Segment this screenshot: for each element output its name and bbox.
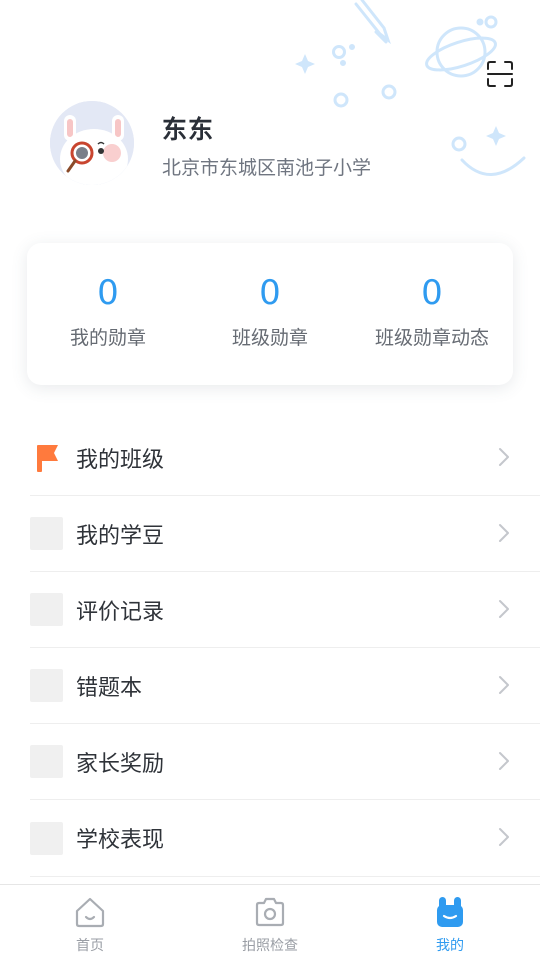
flag-icon <box>30 441 63 474</box>
nav-label: 拍照检查 <box>242 938 298 954</box>
chevron-right-icon <box>499 752 509 770</box>
stat-my-medals[interactable]: 0 我的勋章 <box>27 243 189 385</box>
menu-list: 我的班级 我的学豆 评价记录 错题本 家长奖励 学校表现 <box>30 420 540 876</box>
placeholder-icon <box>30 669 63 702</box>
nav-label: 我的 <box>436 938 464 954</box>
stat-label: 我的勋章 <box>69 327 146 349</box>
nav-item-mine[interactable]: 我的 <box>360 885 540 960</box>
menu-item-label: 我的学豆 <box>76 523 165 549</box>
school-name: 北京市东城区南池子小学 <box>162 157 372 179</box>
stat-value: 0 <box>421 273 443 313</box>
rabbit-icon <box>437 897 463 927</box>
list-divider <box>30 876 540 877</box>
camera-icon <box>255 897 285 927</box>
menu-item-my-class[interactable]: 我的班级 <box>30 420 540 496</box>
menu-item-mistake-book[interactable]: 错题本 <box>30 648 540 724</box>
menu-item-label: 我的班级 <box>76 447 165 473</box>
chevron-right-icon <box>499 524 509 542</box>
menu-item-label: 错题本 <box>76 675 143 701</box>
stat-label: 班级勋章动态 <box>374 327 489 349</box>
chevron-right-icon <box>499 448 509 466</box>
stat-label: 班级勋章 <box>231 327 308 349</box>
stat-class-medals[interactable]: 0 班级勋章 <box>189 243 351 385</box>
stat-value: 0 <box>97 273 119 313</box>
menu-item-school-performance[interactable]: 学校表现 <box>30 800 540 876</box>
menu-item-evaluation-records[interactable]: 评价记录 <box>30 572 540 648</box>
rabbit-avatar-illustration <box>50 101 134 185</box>
avatar[interactable] <box>50 101 134 185</box>
menu-item-label: 评价记录 <box>76 599 165 625</box>
chevron-right-icon <box>499 600 509 618</box>
profile-page: 东东 北京市东城区南池子小学 0 我的勋章 0 班级勋章 0 班级勋章动态 我的… <box>0 0 540 960</box>
user-name: 东东 <box>162 115 215 144</box>
chevron-right-icon <box>499 676 509 694</box>
menu-item-label: 学校表现 <box>76 828 165 853</box>
placeholder-icon <box>30 593 63 626</box>
nav-item-home[interactable]: 首页 <box>0 885 180 960</box>
placeholder-icon <box>30 745 63 778</box>
menu-item-parent-rewards[interactable]: 家长奖励 <box>30 724 540 800</box>
nav-item-photo-check[interactable]: 拍照检查 <box>180 885 360 960</box>
menu-item-my-beans[interactable]: 我的学豆 <box>30 496 540 572</box>
placeholder-icon <box>30 821 63 855</box>
stat-class-medal-feed[interactable]: 0 班级勋章动态 <box>351 243 513 385</box>
placeholder-icon <box>30 517 63 550</box>
stats-card: 0 我的勋章 0 班级勋章 0 班级勋章动态 <box>27 243 513 385</box>
chevron-right-icon <box>499 828 509 846</box>
bottom-nav: 首页 拍照检查 我的 <box>0 884 540 960</box>
scan-button[interactable] <box>482 56 518 92</box>
nav-label: 首页 <box>76 938 104 954</box>
menu-item-label: 家长奖励 <box>76 751 165 777</box>
scan-icon <box>487 61 513 87</box>
home-icon <box>75 897 105 928</box>
stat-value: 0 <box>259 273 281 313</box>
